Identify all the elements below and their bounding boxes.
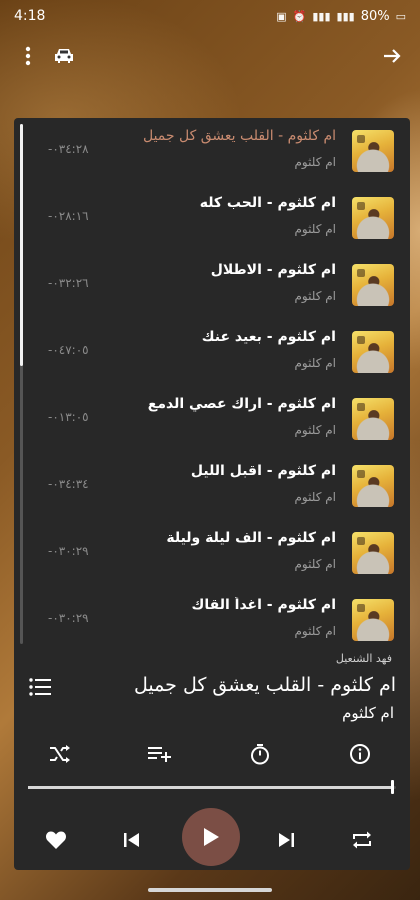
album-thumbnail xyxy=(352,465,394,507)
heart-icon[interactable] xyxy=(38,822,74,858)
album-thumbnail xyxy=(352,264,394,306)
now-playing-artist: ام كلثوم xyxy=(342,704,394,722)
shuffle-icon[interactable] xyxy=(42,736,78,772)
album-thumbnail xyxy=(352,197,394,239)
queue-item-artist: ام كلثوم xyxy=(294,356,336,370)
queue-item-title: ام كلثوم - الاطلال xyxy=(210,262,336,278)
signal-icon: ▮▮▮ xyxy=(312,9,331,23)
queue-item-duration: -٠٤٧:٠٥ xyxy=(48,343,89,357)
queue-item[interactable]: ام كلثوم - اراك عصي الدمع ام كلثوم -٠١٣:… xyxy=(14,386,410,453)
album-thumbnail xyxy=(352,532,394,574)
action-row xyxy=(14,732,410,776)
skip-previous-icon[interactable] xyxy=(114,822,150,858)
album-thumbnail xyxy=(352,130,394,172)
queue-item-artist: ام كلثوم xyxy=(294,423,336,437)
queue-item-duration: -٠٣٢:٢٦ xyxy=(48,276,89,290)
queue-list-icon[interactable] xyxy=(28,676,56,704)
now-playing-source: فهد الشنعيل xyxy=(335,652,392,665)
more-vert-icon[interactable] xyxy=(10,38,46,74)
repeat-icon[interactable] xyxy=(344,822,380,858)
queue-item-duration: -٠٣٤:٢٨ xyxy=(48,142,89,156)
play-button[interactable] xyxy=(182,808,240,866)
top-app-bar xyxy=(0,34,420,78)
battery-icon: ▭ xyxy=(395,9,406,23)
queue-item[interactable]: ام كلثوم - القلب يعشق كل جميل ام كلثوم -… xyxy=(14,118,410,185)
seek-bar-handle[interactable] xyxy=(391,780,395,794)
queue-item-artist: ام كلثوم xyxy=(294,490,336,504)
notification-icon: ▣ xyxy=(276,9,287,23)
queue-item-artist: ام كلثوم xyxy=(294,557,336,571)
status-bar: 4:18 ▣ ⏰ ▮▮▮ ▮▮▮ 80% ▭ xyxy=(0,0,420,32)
signal-icon-2: ▮▮▮ xyxy=(336,9,355,23)
queue-item-artist: ام كلثوم xyxy=(294,289,336,303)
seek-bar-fill xyxy=(28,780,395,794)
battery-level: 80% xyxy=(360,8,390,24)
player-panel: ام كلثوم - القلب يعشق كل جميل ام كلثوم -… xyxy=(14,118,410,870)
queue-item-artist: ام كلثوم xyxy=(294,624,336,638)
queue-item[interactable]: ام كلثوم - الحب كله ام كلثوم -٠٢٨:١٦ xyxy=(14,185,410,252)
queue-item-duration: -٠١٣:٠٥ xyxy=(48,410,89,424)
album-thumbnail xyxy=(352,331,394,373)
skip-next-icon[interactable] xyxy=(268,822,304,858)
playback-controls xyxy=(14,808,410,868)
playlist-add-icon[interactable] xyxy=(142,736,178,772)
queue-item-title: ام كلثوم - القلب يعشق كل جميل xyxy=(142,128,336,144)
queue-item-title: ام كلثوم - الحب كله xyxy=(199,195,336,211)
queue-item-title: ام كلثوم - بعيد عنك xyxy=(201,329,336,345)
queue-item-duration: -٠٣٠:٢٩ xyxy=(48,611,89,625)
album-thumbnail xyxy=(352,398,394,440)
seek-bar[interactable] xyxy=(28,780,396,794)
home-indicator[interactable] xyxy=(148,888,272,892)
queue-item-artist: ام كلثوم xyxy=(294,222,336,236)
queue-item-title: ام كلثوم - الف ليلة وليلة xyxy=(166,530,336,546)
queue-item-duration: -٠٣٤:٣٤ xyxy=(48,477,89,491)
queue-item[interactable]: ام كلثوم - بعيد عنك ام كلثوم -٠٤٧:٠٥ xyxy=(14,319,410,386)
timer-icon[interactable] xyxy=(242,736,278,772)
queue-item-duration: -٠٣٠:٢٩ xyxy=(48,544,89,558)
queue-item-duration: -٠٢٨:١٦ xyxy=(48,209,89,223)
arrow-forward-icon[interactable] xyxy=(374,38,410,74)
queue-item-title: ام كلثوم - اراك عصي الدمع xyxy=(147,396,336,412)
queue-item[interactable]: ام كلثوم - الف ليلة وليلة ام كلثوم -٠٣٠:… xyxy=(14,520,410,587)
queue-item-title: ام كلثوم - اغداً القاك xyxy=(191,597,336,613)
album-thumbnail xyxy=(352,599,394,641)
alarm-icon: ⏰ xyxy=(292,9,307,23)
queue-item-title: ام كلثوم - اقبل الليل xyxy=(190,463,336,479)
car-icon[interactable] xyxy=(46,38,82,74)
queue-item[interactable]: ام كلثوم - اغداً القاك ام كلثوم -٠٣٠:٢٩ xyxy=(14,587,410,654)
queue-list[interactable]: ام كلثوم - القلب يعشق كل جميل ام كلثوم -… xyxy=(14,118,410,648)
queue-item-artist: ام كلثوم xyxy=(294,155,336,169)
now-playing-section: فهد الشنعيل ام كلثوم - القلب يعشق كل جمي… xyxy=(14,648,410,870)
now-playing-title: ام كلثوم - القلب يعشق كل جميل xyxy=(134,674,396,696)
play-icon xyxy=(204,828,219,846)
queue-item[interactable]: ام كلثوم - اقبل الليل ام كلثوم -٠٣٤:٣٤ xyxy=(14,453,410,520)
info-icon[interactable] xyxy=(342,736,378,772)
status-time: 4:18 xyxy=(14,8,46,24)
queue-item[interactable]: ام كلثوم - الاطلال ام كلثوم -٠٣٢:٢٦ xyxy=(14,252,410,319)
